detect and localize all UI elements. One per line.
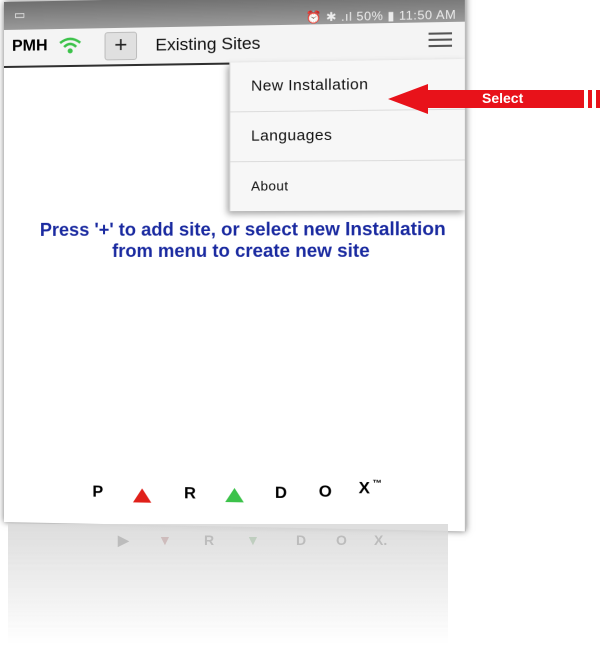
- menu-item-about[interactable]: About: [230, 160, 466, 211]
- hamburger-icon: [428, 32, 453, 35]
- logo-letter-d: D: [274, 484, 287, 503]
- phone-screen: ▭ ⏰ ✱ .ıl 50% ▮ 11:50 AM PMH + Existing …: [4, 0, 466, 532]
- phone-reflection: ▶ ▼ R ▼ D O X.: [8, 524, 448, 644]
- logo-letter-o: O: [318, 483, 332, 501]
- empty-state-hint: Press '+' to add site, or select new Ins…: [39, 218, 446, 261]
- wifi-icon: [58, 37, 82, 61]
- select-label: Select: [482, 90, 524, 106]
- logo-green-triangle-icon: [225, 487, 244, 503]
- logo-red-triangle-icon: [132, 488, 152, 503]
- logo-letter-p: P: [92, 483, 104, 501]
- menu-button[interactable]: [428, 32, 453, 49]
- paradox-logo: P R D O X ™: [84, 478, 415, 513]
- menu-item-languages[interactable]: Languages: [230, 109, 466, 163]
- page-title: Existing Sites: [155, 33, 261, 55]
- logo-letter-r: R: [184, 485, 196, 503]
- logo-letter-x: X: [358, 479, 370, 498]
- add-site-button[interactable]: +: [104, 31, 138, 61]
- logo-trademark: ™: [372, 478, 382, 489]
- overflow-menu: New Installation Languages About: [229, 58, 466, 212]
- notification-icon: ▭: [13, 7, 26, 22]
- brand-label: PMH: [11, 37, 48, 55]
- select-callout-arrow: Select: [388, 84, 608, 114]
